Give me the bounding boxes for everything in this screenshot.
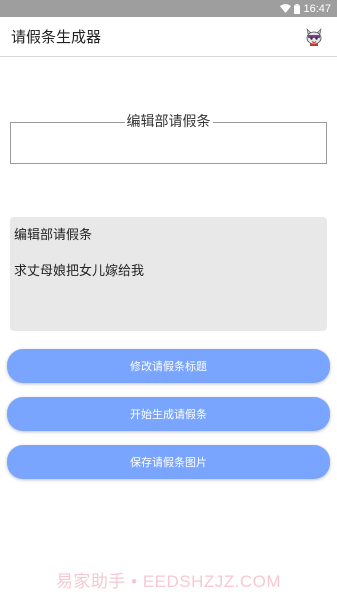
- title-input[interactable]: [17, 137, 320, 159]
- edit-title-button[interactable]: 修改请假条标题: [7, 349, 330, 383]
- status-bar: 16:47: [0, 0, 337, 17]
- title-field: 编辑部请假条: [10, 114, 327, 164]
- status-time: 16:47: [303, 2, 331, 15]
- preview-title: 编辑部请假条: [14, 228, 93, 243]
- cartoon-mascot-icon[interactable]: [304, 27, 324, 47]
- watermark: 易家助手 • EEDSHZJZ.COM: [55, 572, 282, 591]
- preview-body: 求丈母娘把女儿嫁给我: [14, 264, 145, 279]
- battery-icon: [294, 3, 301, 14]
- app-bar: 请假条生成器: [0, 17, 337, 57]
- save-image-button[interactable]: 保存请假条图片: [7, 445, 330, 479]
- wifi-icon: [280, 4, 292, 13]
- generate-button[interactable]: 开始生成请假条: [7, 397, 330, 431]
- status-icons: 16:47: [280, 3, 331, 15]
- app-title: 请假条生成器: [11, 28, 102, 46]
- leave-note-preview: 编辑部请假条 求丈母娘把女儿嫁给我: [10, 217, 327, 331]
- title-field-legend: 编辑部请假条: [124, 114, 213, 130]
